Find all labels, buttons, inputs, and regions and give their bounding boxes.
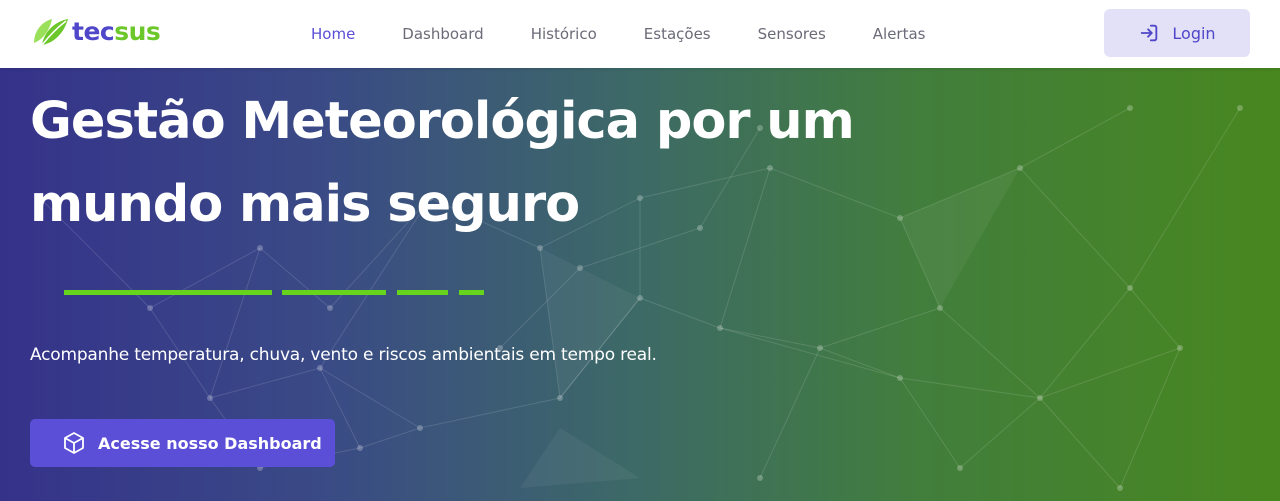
divider-segment-1 [64, 290, 272, 295]
nav-dashboard[interactable]: Dashboard [402, 25, 483, 43]
leaf-logo-icon [34, 19, 68, 46]
hero-title-line-1: Gestão Meteorológica por um [30, 92, 855, 151]
login-button[interactable]: Login [1104, 9, 1250, 57]
divider-segment-4 [459, 290, 484, 295]
login-arrow-icon [1141, 24, 1158, 42]
login-label: Login [1172, 23, 1216, 43]
hero-title: Gestão Meteorológica por um mundo mais s… [30, 80, 930, 246]
divider-segment-2 [282, 290, 386, 295]
nav-alertas[interactable]: Alertas [873, 25, 926, 43]
hero-title-line-2: mundo mais seguro [30, 175, 580, 234]
nav-home[interactable]: Home [311, 25, 355, 43]
nav-historico[interactable]: Histórico [531, 25, 597, 43]
divider-segment-3 [397, 290, 448, 295]
nav-estacoes[interactable]: Estações [644, 25, 711, 43]
dashboard-cta-label: Acesse nosso Dashboard [98, 433, 322, 453]
cube-icon [64, 432, 84, 454]
hero-section: Gestão Meteorológica por um mundo mais s… [0, 68, 1280, 501]
main-nav: Home Dashboard Histórico Estações Sensor… [311, 0, 972, 68]
navbar: tecsus Home Dashboard Histórico Estações… [0, 0, 1280, 68]
brand-name: tecsus [72, 16, 161, 46]
dashboard-cta-button[interactable]: Acesse nosso Dashboard [30, 419, 335, 467]
hero-subtitle: Acompanhe temperatura, chuva, vento e ri… [30, 345, 657, 365]
nav-sensores[interactable]: Sensores [758, 25, 826, 43]
brand-logo[interactable]: tecsus [30, 14, 161, 48]
